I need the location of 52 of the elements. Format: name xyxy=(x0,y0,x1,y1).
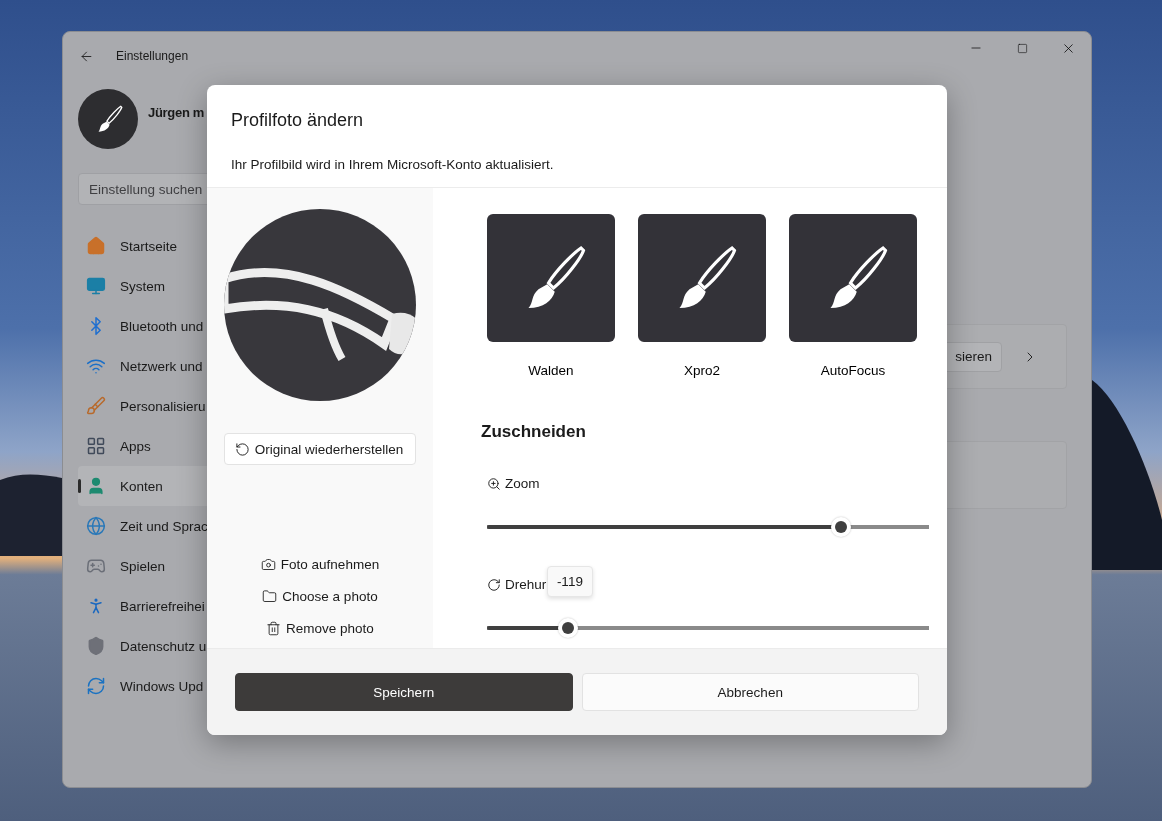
rotate-icon xyxy=(487,577,501,592)
apps-icon xyxy=(86,436,106,456)
nav-label: System xyxy=(120,278,165,294)
slider-label: Zoom xyxy=(505,476,540,491)
slider-thumb[interactable] xyxy=(830,517,851,537)
filter-thumbnail[interactable] xyxy=(638,214,766,342)
nav-label: Spielen xyxy=(120,558,166,574)
filter-label: AutoFocus xyxy=(820,363,886,378)
filter-thumbnail[interactable] xyxy=(789,214,917,342)
back-icon[interactable] xyxy=(79,48,94,64)
undo-icon xyxy=(234,441,250,457)
action-link[interactable]: Remove photo xyxy=(266,612,374,644)
filter-thumbnail[interactable] xyxy=(487,214,615,342)
gamepad-icon xyxy=(86,556,106,576)
shield-icon xyxy=(86,636,106,656)
zoom-icon xyxy=(487,476,501,491)
user-name: Jürgen m xyxy=(148,104,205,120)
nav-label: Startseite xyxy=(120,238,178,254)
home-icon xyxy=(86,236,106,256)
monitor-icon xyxy=(86,276,106,296)
window-title: Einstellungen xyxy=(116,49,189,63)
filter-label: Xpro2 xyxy=(684,363,720,378)
nav-label: Barrierefreihei xyxy=(120,598,205,614)
globe-icon xyxy=(86,516,106,536)
nav-label: Windows Upd xyxy=(120,678,204,694)
nav-label: Personalisieru xyxy=(120,398,206,414)
section-heading: Zuschneiden xyxy=(481,422,587,442)
maximize-icon[interactable] xyxy=(1016,42,1028,54)
cancel-button[interactable]: Abbrechen xyxy=(581,673,919,711)
wifi-icon xyxy=(86,356,106,376)
slider-thumb[interactable] xyxy=(557,618,578,638)
nav-label: Konten xyxy=(120,478,163,494)
folder-icon xyxy=(262,588,278,604)
update-icon xyxy=(86,676,106,696)
brush-icon xyxy=(86,396,106,416)
trash-icon xyxy=(266,620,282,636)
action-link[interactable]: Choose a photo xyxy=(262,580,378,612)
nav-label: Datenschutz u xyxy=(120,638,207,654)
nav-label: Netzwerk und xyxy=(120,358,203,374)
camera-icon xyxy=(260,556,276,572)
filter-label: Walden xyxy=(528,363,574,378)
nav-label: Bluetooth und xyxy=(120,318,204,334)
nav-label: Apps xyxy=(120,438,151,454)
dialog-subtitle: Ihr Profilbild wird in Ihrem Microsoft-Konto aktualisiert. xyxy=(231,157,555,172)
slider-label: Drehur xyxy=(505,577,547,592)
value-tooltip: -119 xyxy=(546,566,593,597)
save-button[interactable]: Speichern xyxy=(235,673,573,711)
person-icon xyxy=(86,476,106,496)
restore-button[interactable]: Original wiederherstellen xyxy=(223,433,417,465)
action-link[interactable]: Foto aufnehmen xyxy=(260,548,380,580)
nav-label: Zeit und Sprac xyxy=(120,518,208,534)
dialog-title: Profilfoto ändern xyxy=(231,110,365,131)
